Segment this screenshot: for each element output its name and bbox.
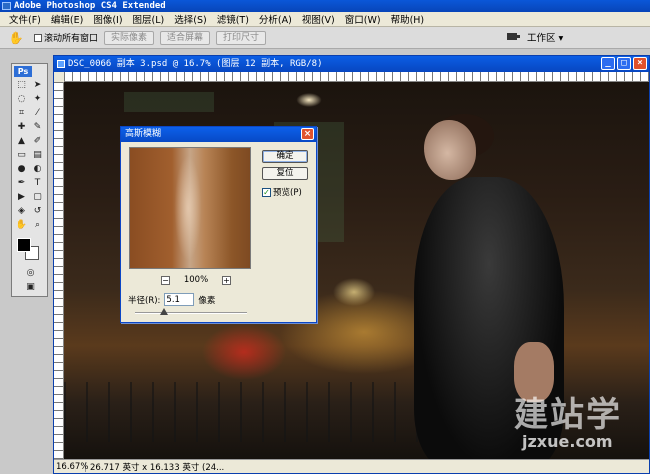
crop-tool-icon[interactable]: ⌗ xyxy=(15,108,28,119)
ok-button[interactable]: 确定 xyxy=(262,150,308,163)
blur-tool-icon[interactable]: ● xyxy=(15,164,28,175)
3d-tool-icon[interactable]: ◈ xyxy=(15,206,28,217)
close-button[interactable]: × xyxy=(633,57,647,70)
radius-slider-thumb[interactable] xyxy=(160,308,169,315)
quick-mask-icon[interactable]: ◎ xyxy=(24,268,37,279)
hand-tool-icon[interactable]: ✋ xyxy=(4,29,28,47)
preview-label: 预览(P) xyxy=(273,188,302,198)
document-icon xyxy=(57,60,65,68)
preview-zoom-value: 100% xyxy=(183,275,209,285)
menu-view[interactable]: 视图(V) xyxy=(297,12,340,26)
watermark-url: jzxue.com xyxy=(522,432,613,451)
history-brush-icon[interactable]: ✐ xyxy=(31,136,44,147)
foreground-color-swatch[interactable] xyxy=(17,238,31,252)
checkmark-icon[interactable]: ✓ xyxy=(262,187,271,197)
type-tool-icon[interactable]: T xyxy=(31,178,44,189)
street-fence xyxy=(64,382,424,442)
workspace-menu[interactable]: 工作区 ▾ xyxy=(527,30,563,44)
vertical-ruler xyxy=(54,82,64,459)
scroll-all-label: 滚动所有窗口 xyxy=(44,34,99,44)
zoom-in-button[interactable]: + xyxy=(222,275,231,285)
shape-tool-icon[interactable]: ▢ xyxy=(31,192,44,203)
print-size-button[interactable]: 打印尺寸 xyxy=(216,30,267,45)
watermark-logo: 建站学 xyxy=(514,395,622,435)
marquee-tool-icon[interactable]: ⬚ xyxy=(15,80,28,91)
stamp-tool-icon[interactable]: ▲ xyxy=(15,136,28,147)
dialog-title-bar[interactable]: 高斯模糊 × xyxy=(121,127,316,142)
scroll-all-windows-checkbox[interactable]: 滚动所有窗口 xyxy=(34,31,98,44)
document-title-bar[interactable]: DSC_0066 副本 3.psd @ 16.7% (图层 12 副本, RGB… xyxy=(54,56,649,72)
gradient-tool-icon[interactable]: ▤ xyxy=(31,150,44,161)
eraser-tool-icon[interactable]: ▭ xyxy=(15,150,28,161)
workspace-monitor-icon[interactable] xyxy=(506,32,520,42)
horizontal-ruler xyxy=(64,72,649,82)
move-tool-icon[interactable]: ➤ xyxy=(31,80,44,91)
magic-wand-tool-icon[interactable]: ✦ xyxy=(31,94,44,105)
preview-zoom-row: − 100% + xyxy=(161,275,231,285)
menu-help[interactable]: 帮助(H) xyxy=(386,12,430,26)
pen-tool-icon[interactable]: ✒ xyxy=(15,178,28,189)
fit-screen-button[interactable]: 适合屏幕 xyxy=(160,30,211,45)
photoshop-window: Adobe Photoshop CS4 Extended 文件(F) 编辑(E)… xyxy=(0,0,650,474)
menu-image[interactable]: 图像(I) xyxy=(88,12,127,26)
menu-bar: 文件(F) 编辑(E) 图像(I) 图层(L) 选择(S) 滤镜(T) 分析(A… xyxy=(0,12,650,27)
ps-logo: Ps xyxy=(14,66,32,77)
blur-preview[interactable] xyxy=(129,147,251,269)
preview-checkbox[interactable]: ✓ 预览(P) xyxy=(262,186,302,198)
menu-file[interactable]: 文件(F) xyxy=(4,12,46,26)
minimize-button[interactable]: _ xyxy=(601,57,615,70)
menu-window[interactable]: 窗口(W) xyxy=(340,12,386,26)
window-buttons: _ □ × xyxy=(601,57,647,70)
zoom-tool-icon[interactable]: ⌕ xyxy=(31,220,44,231)
checkbox-box[interactable] xyxy=(34,33,42,42)
dodge-tool-icon[interactable]: ◐ xyxy=(31,164,44,175)
document-info: 26.717 英寸 x 16.133 英寸 (24... xyxy=(90,462,225,473)
hand-tool-small-icon[interactable]: ✋ xyxy=(15,220,28,231)
reset-button[interactable]: 复位 xyxy=(262,167,308,180)
radius-row: 半径(R): 像素 xyxy=(128,293,215,306)
document-title: DSC_0066 副本 3.psd @ 16.7% (图层 12 副本, RGB… xyxy=(68,59,323,69)
building-windows xyxy=(124,92,214,112)
dialog-close-button[interactable]: × xyxy=(301,128,314,140)
brush-tool-icon[interactable]: ✎ xyxy=(31,122,44,133)
app-icon xyxy=(2,2,11,10)
menu-layer[interactable]: 图层(L) xyxy=(128,12,170,26)
radius-label: 半径(R): xyxy=(128,295,161,306)
menu-filter[interactable]: 滤镜(T) xyxy=(212,12,254,26)
screen-mode-icon[interactable]: ▣ xyxy=(24,282,37,293)
menu-select[interactable]: 选择(S) xyxy=(169,12,211,26)
app-title: Adobe Photoshop CS4 Extended xyxy=(14,1,166,11)
gaussian-blur-dialog: 高斯模糊 × − 100% + 确定 复位 ✓ 预览(P) 半径(R): 像素 xyxy=(120,126,317,323)
menu-edit[interactable]: 编辑(E) xyxy=(46,12,88,26)
3d-orbit-tool-icon[interactable]: ↺ xyxy=(31,206,44,217)
lasso-tool-icon[interactable]: ◌ xyxy=(15,94,28,105)
model-face xyxy=(424,120,476,180)
radius-input[interactable] xyxy=(164,293,195,306)
menu-analysis[interactable]: 分析(A) xyxy=(254,12,297,26)
eyedropper-tool-icon[interactable]: ⁄ xyxy=(31,108,44,119)
zoom-level[interactable]: 16.67% xyxy=(54,461,88,472)
app-title-bar: Adobe Photoshop CS4 Extended xyxy=(0,0,650,12)
toolbox: Ps ⬚ ➤ ◌ ✦ ⌗ ⁄ ✚ ✎ ▲ ✐ ▭ ▤ ● ◐ ✒ T ▶ ▢ ◈… xyxy=(11,63,48,297)
zoom-out-button[interactable]: − xyxy=(161,275,170,285)
dialog-title: 高斯模糊 xyxy=(125,129,162,139)
radius-unit: 像素 xyxy=(198,295,216,306)
path-select-tool-icon[interactable]: ▶ xyxy=(15,192,28,203)
maximize-button[interactable]: □ xyxy=(617,57,631,70)
radius-slider[interactable] xyxy=(135,308,247,315)
healing-tool-icon[interactable]: ✚ xyxy=(15,122,28,133)
status-bar: 16.67% 26.717 英寸 x 16.133 英寸 (24... xyxy=(54,459,649,473)
actual-pixels-button[interactable]: 实际像素 xyxy=(104,30,155,45)
